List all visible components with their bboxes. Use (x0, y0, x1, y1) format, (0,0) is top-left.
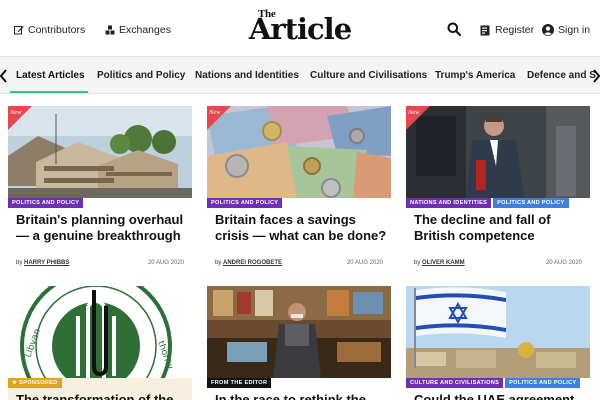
new-label: New (209, 109, 221, 116)
tag-list: CULTURE AND CIVILISATIONS POLITICS AND P… (406, 378, 582, 388)
article-card[interactable]: New POLITICS AND POLICY Britain faces a … (207, 106, 391, 276)
article-date: 20 AUG 2020 (346, 260, 383, 266)
tag-politics-and-policy[interactable]: POLITICS AND POLICY (8, 198, 84, 208)
by-label: by (414, 260, 421, 266)
chevron-left-icon[interactable] (0, 69, 7, 83)
tag-sponsored[interactable]: ★ SPONSORED (8, 378, 62, 388)
nav-item-latest-articles[interactable]: Latest Articles (16, 70, 85, 81)
logo-article: Article (248, 12, 352, 46)
article-card[interactable]: New POLITICS AND POLICY Britain's planni… (8, 106, 192, 276)
tag-culture-and-civilisations[interactable]: CULTURE AND CIVILISATIONS (406, 378, 504, 388)
register-label: Register (495, 24, 535, 36)
article-image-housing[interactable]: New (8, 106, 192, 198)
by-label: by (16, 260, 23, 266)
search-icon (447, 22, 462, 37)
new-label: New (10, 109, 22, 116)
article-image-seal[interactable]: Libyan thority (8, 286, 192, 378)
article-image-banknotes[interactable]: New (207, 106, 391, 198)
nav-item-trumps-america[interactable]: Trump's America (435, 70, 515, 81)
site-logo[interactable]: The Article (240, 8, 360, 48)
article-card[interactable]: New NATIONS AND IDENTITIES POLITICS AND … (406, 106, 590, 276)
exchanges-icon (105, 25, 115, 35)
tag-from-the-editor[interactable]: FROM THE EDITOR (207, 378, 272, 388)
signin-link[interactable]: Sign in (542, 22, 590, 38)
user-circle-icon (542, 24, 554, 36)
register-link[interactable]: Register (480, 22, 534, 38)
tag-list: POLITICS AND POLICY (8, 198, 85, 208)
author-link[interactable]: OLIVER KAMM (422, 260, 465, 266)
article-title[interactable]: Could the UAE agreement (414, 392, 586, 400)
chevron-right-icon[interactable] (593, 69, 600, 83)
author-link[interactable]: HARRY PHIBBS (24, 260, 69, 266)
article-image-politician[interactable]: New (406, 106, 590, 198)
sponsored-label: SPONSORED (19, 380, 58, 386)
active-tab-indicator (10, 91, 88, 93)
category-nav: Latest Articles Politics and Policy Nati… (0, 56, 600, 94)
tag-politics-and-policy[interactable]: POLITICS AND POLICY (493, 198, 569, 208)
byline: by HARRY PHIBBS (16, 260, 69, 266)
author-link[interactable]: ANDREI ROGOBETE (223, 260, 282, 266)
contributors-link[interactable]: Contributors (14, 22, 85, 38)
article-title[interactable]: Britain faces a savings crisis — what ca… (215, 212, 387, 243)
new-label: New (408, 109, 420, 116)
exchanges-label: Exchanges (119, 24, 171, 36)
article-title[interactable]: The decline and fall of British competen… (414, 212, 586, 243)
byline: by ANDREI ROGOBETE (215, 260, 282, 266)
tag-list: NATIONS AND IDENTITIES POLITICS AND POLI… (406, 198, 571, 208)
edit-icon (14, 26, 24, 35)
register-icon (480, 25, 490, 35)
article-title[interactable]: The transformation of the (16, 392, 188, 400)
signin-label: Sign in (558, 24, 591, 36)
tag-politics-and-policy[interactable]: POLITICS AND POLICY (207, 198, 283, 208)
article-card[interactable]: FROM THE EDITOR In the race to rethink t… (207, 286, 391, 400)
by-label: by (215, 260, 222, 266)
nav-item-culture-and-civilisations[interactable]: Culture and Civilisations (310, 70, 427, 81)
article-image-flag[interactable] (406, 286, 590, 378)
site-header: Contributors Exchanges The Article Regis… (0, 0, 600, 56)
article-title[interactable]: In the race to rethink the (215, 392, 387, 400)
nav-item-politics-and-policy[interactable]: Politics and Policy (97, 70, 185, 81)
nav-item-nations-and-identities[interactable]: Nations and Identities (195, 70, 299, 81)
tag-list: POLITICS AND POLICY (207, 198, 284, 208)
article-date: 20 AUG 2020 (147, 260, 184, 266)
exchanges-link[interactable]: Exchanges (105, 22, 171, 38)
article-date: 20 AUG 2020 (545, 260, 582, 266)
search-button[interactable] (447, 22, 463, 38)
article-card[interactable]: Libyan thority ★ SPONSORED The transform… (8, 286, 192, 400)
tag-list: ★ SPONSORED (8, 378, 64, 388)
nav-item-defence[interactable]: Defence and S (527, 70, 596, 81)
byline: by OLIVER KAMM (414, 260, 465, 266)
contributors-label: Contributors (28, 24, 86, 36)
article-title[interactable]: Britain's planning overhaul — a genuine … (16, 212, 188, 243)
tag-politics-and-policy[interactable]: POLITICS AND POLICY (505, 378, 581, 388)
article-card[interactable]: CULTURE AND CIVILISATIONS POLITICS AND P… (406, 286, 590, 400)
tag-list: FROM THE EDITOR (207, 378, 273, 388)
tag-nations-and-identities[interactable]: NATIONS AND IDENTITIES (406, 198, 492, 208)
article-image-shopkeeper[interactable] (207, 286, 391, 378)
